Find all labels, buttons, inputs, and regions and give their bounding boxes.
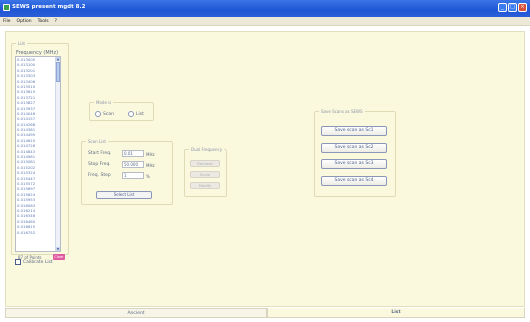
stop-freq-label: Stop Freq. [88, 162, 111, 167]
freq-step-unit: % [146, 174, 150, 179]
close-icon[interactable]: × [518, 3, 527, 12]
freq-step-label: Freq. Step [88, 173, 111, 178]
mode-scan-option[interactable]: Scan [95, 111, 114, 117]
maximize-icon[interactable]: □ [508, 3, 517, 12]
tab-bar: Ancient List [5, 308, 525, 318]
scan-list-legend: Scan List [86, 139, 108, 144]
modify-button[interactable]: Modify [190, 182, 220, 189]
start-freq-input[interactable] [122, 150, 144, 157]
clear-button[interactable]: Clear [53, 254, 65, 260]
calibrate-label: Calibrate List [23, 259, 53, 265]
tab-ancient[interactable]: Ancient [5, 308, 267, 318]
scroll-up-icon[interactable]: ▲ [56, 57, 60, 61]
window-title: SEWS present mgdt 8.2 [12, 4, 86, 10]
title-bar: SEWS present mgdt 8.2 _ □ × [0, 0, 530, 17]
start-freq-unit: MHz [146, 152, 155, 157]
save-sc1-button[interactable]: Save scan as Sc1 [321, 126, 387, 136]
dual-frequency-group: Dual Frequency Remove Scale Modify [184, 147, 227, 197]
frequency-listbox[interactable]: ▲ ▼ 0.013000 0.013100 0.013201 0.013303 0.01… [15, 56, 61, 252]
tab-list[interactable]: List [267, 308, 525, 318]
stop-freq-input[interactable] [122, 161, 144, 168]
scan-radio-label: Scan [103, 111, 114, 117]
scroll-down-icon[interactable]: ▼ [56, 247, 60, 251]
stop-freq-unit: MHz [146, 163, 155, 168]
list-legend: List [16, 41, 27, 46]
calibrate-row[interactable]: Calibrate List [15, 259, 53, 265]
menu-tools[interactable]: Tools [38, 19, 49, 24]
calibrate-checkbox[interactable] [15, 259, 21, 265]
app-icon [3, 4, 10, 11]
select-list-button[interactable]: Select List [96, 191, 152, 199]
list-scrollbar[interactable]: ▲ ▼ [55, 57, 60, 251]
scroll-thumb[interactable] [56, 62, 60, 82]
mode-legend: Mode is [94, 100, 114, 105]
window-controls: _ □ × [498, 3, 527, 12]
list-group: List Frequency (MHz) ▲ ▼ 0.013000 0.01310… [11, 41, 69, 260]
mode-group: Mode is Scan List [89, 100, 154, 121]
list-radio-label: List [136, 111, 144, 117]
menu-bar: File Option Tools ? [0, 17, 530, 26]
save-scans-group: Save Scans as SEWS Save scan as Sc1 Save… [314, 109, 396, 197]
save-sc3-button[interactable]: Save scan as Sc3 [321, 159, 387, 169]
dual-frequency-legend: Dual Frequency [189, 147, 225, 152]
scan-list-group: Scan List Start Freq. MHz Stop Freq. MHz… [81, 139, 173, 205]
list-radio[interactable] [128, 111, 134, 117]
list-item[interactable]: 0.016752 [16, 230, 60, 235]
remove-button[interactable]: Remove [190, 160, 220, 167]
menu-help[interactable]: ? [55, 19, 57, 24]
start-freq-label: Start Freq. [88, 151, 112, 156]
scan-radio[interactable] [95, 111, 101, 117]
main-panel: List Frequency (MHz) ▲ ▼ 0.013000 0.01310… [5, 31, 525, 307]
save-sc4-button[interactable]: Save scan as Sc4 [321, 176, 387, 186]
freq-step-input[interactable] [122, 172, 144, 179]
mode-list-option[interactable]: List [128, 111, 144, 117]
minimize-icon[interactable]: _ [498, 3, 507, 12]
save-scans-legend: Save Scans as SEWS [319, 109, 365, 114]
scale-button[interactable]: Scale [190, 171, 220, 178]
menu-file[interactable]: File [3, 19, 11, 24]
menu-option[interactable]: Option [17, 19, 32, 24]
save-sc2-button[interactable]: Save scan as Sc2 [321, 143, 387, 153]
